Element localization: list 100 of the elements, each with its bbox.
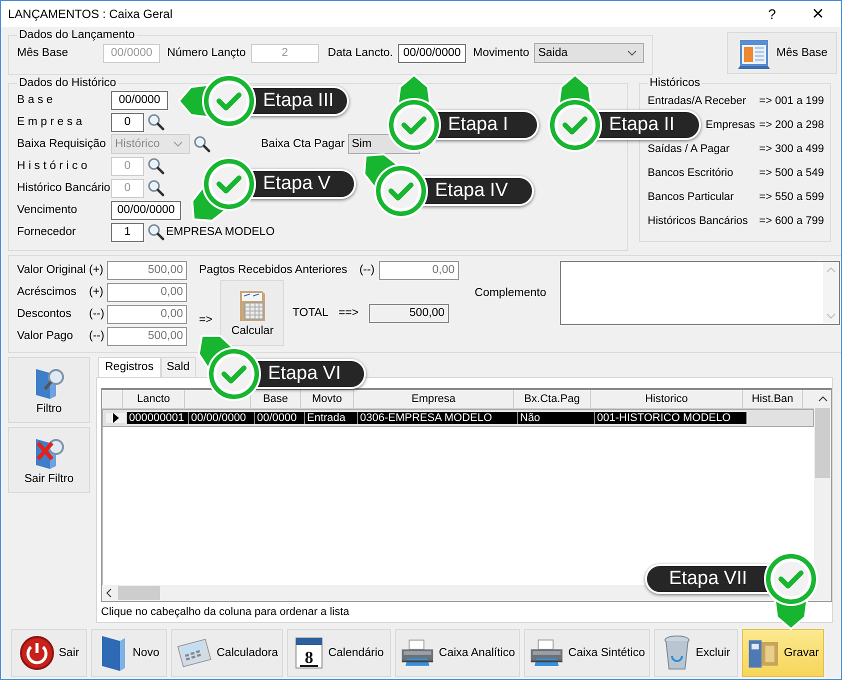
scroll-left-icon xyxy=(106,588,112,598)
column-header[interactable]: Lancto xyxy=(123,390,185,408)
filter-button[interactable]: Filtro xyxy=(8,357,90,423)
table-cell: 000000001 xyxy=(127,412,189,424)
input-field[interactable]: 00/0000 xyxy=(111,90,168,110)
calculate-button[interactable]: Calcular xyxy=(220,280,284,346)
input-field[interactable]: 00/00/0000 xyxy=(398,44,466,62)
table-cell: 00/0000 xyxy=(255,412,305,424)
toolbar-button[interactable]: Novo xyxy=(91,629,167,677)
scroll-down-icon xyxy=(826,313,836,319)
trash-icon xyxy=(662,634,692,672)
field-label: Acréscimos xyxy=(17,286,78,298)
toolbar-button[interactable]: 8 Calendário xyxy=(287,629,391,677)
window-title: LANÇAMENTOS : Caixa Geral xyxy=(8,7,174,21)
range-text: => 200 a 298 xyxy=(759,119,824,131)
amount-field[interactable]: 0,00 xyxy=(378,260,459,280)
close-button[interactable]: × xyxy=(795,2,841,26)
field-label: Número Lançto xyxy=(167,47,246,59)
scroll-thumb[interactable] xyxy=(118,586,160,600)
sign-label: (--) xyxy=(89,330,106,342)
field-label: Movimento xyxy=(472,47,530,59)
month-button[interactable]: Mês Base xyxy=(727,32,837,74)
category-label: Entradas/A Receber xyxy=(648,95,746,107)
range-text: => 600 a 799 xyxy=(759,215,824,227)
company-name: EMPRESA MODELO xyxy=(166,226,275,238)
scroll-up-icon xyxy=(826,267,836,273)
field-label: Pagtos Recebidos Anteriores xyxy=(199,264,348,276)
check-pin-icon xyxy=(387,74,441,152)
tab[interactable]: Registros xyxy=(98,357,161,377)
field-label: Valor Original xyxy=(17,264,87,276)
check-pin-icon xyxy=(191,157,256,222)
search-icon[interactable] xyxy=(147,223,165,241)
group-title: Dados do Lançamento xyxy=(18,29,136,41)
caret-icon xyxy=(627,50,638,56)
field-label: Mês Base xyxy=(17,47,68,59)
category-label: Empresas xyxy=(706,119,756,131)
power-icon xyxy=(18,635,55,671)
table-cell: 00/00/0000 xyxy=(189,412,255,424)
range-text: => 300 a 499 xyxy=(759,143,824,155)
field-label: Vencimento xyxy=(17,204,78,216)
field-label: Descontos xyxy=(17,308,72,320)
row-pointer-icon xyxy=(113,413,119,423)
filter-button[interactable]: Sair Filtro xyxy=(8,427,90,493)
check-pin-icon xyxy=(363,153,428,218)
amount-field[interactable]: 0,00 xyxy=(107,304,187,324)
field-label: Histórico Bancário xyxy=(17,182,108,194)
field-label: Data Lancto. xyxy=(328,47,393,59)
search-icon[interactable] xyxy=(147,157,165,175)
amount-field[interactable]: 500,00 xyxy=(107,326,187,346)
group-title: Históricos xyxy=(648,77,702,89)
dropdown[interactable]: Saida xyxy=(534,43,644,63)
toolbar-button[interactable]: Caixa Sintético xyxy=(524,629,650,677)
field-label: Baixa Requisição xyxy=(17,138,107,150)
sign-label: (+) xyxy=(89,286,104,298)
arrow-text: ==> xyxy=(338,307,359,319)
toolbar-button[interactable]: Calculadora xyxy=(171,629,283,677)
toolbar-button[interactable]: Excluir xyxy=(654,629,738,677)
group-title: Dados do Histórico xyxy=(18,77,118,89)
amount-field[interactable]: 0,00 xyxy=(107,282,187,302)
range-text: => 550 a 599 xyxy=(759,191,824,203)
total-field[interactable]: 500,00 xyxy=(368,304,449,322)
field-label: E m p r e s a xyxy=(17,116,84,128)
range-text: => 001 a 199 xyxy=(759,95,824,107)
toolbar-button[interactable]: Caixa Analítico xyxy=(395,629,520,677)
check-pin-icon xyxy=(548,74,602,152)
field-label: Valor Pago xyxy=(17,330,74,342)
amount-field[interactable]: 500,00 xyxy=(107,260,187,280)
table-row[interactable]: 000000001 00/00/0000 00/0000 Entrada 0306-EMPRESA MODELO Não 001-HISTORICO MODELO xyxy=(102,409,814,427)
scroll-thumb[interactable] xyxy=(815,408,830,478)
toolbar-button[interactable]: Gravar xyxy=(742,629,824,677)
field-label: Fornecedor xyxy=(17,226,77,238)
printer-icon xyxy=(400,637,435,669)
input-field[interactable]: 0 xyxy=(111,112,144,132)
total-label: TOTAL xyxy=(292,307,328,319)
sign-label: (--) xyxy=(89,308,106,320)
toolbar-button[interactable]: Sair xyxy=(11,629,87,677)
input-field[interactable]: 1 xyxy=(111,222,144,242)
tab[interactable]: Sald xyxy=(160,357,196,377)
table-cell: Não xyxy=(518,412,595,424)
range-text: => 500 a 549 xyxy=(759,167,824,179)
column-header[interactable]: Empresa xyxy=(354,390,514,408)
search-icon[interactable] xyxy=(147,179,165,197)
check-pin-icon xyxy=(178,74,256,128)
text-area[interactable] xyxy=(560,261,840,325)
search-icon[interactable] xyxy=(193,135,211,153)
search-icon[interactable] xyxy=(147,113,165,131)
field-label: H i s t ó r i c o xyxy=(17,160,88,172)
column-header[interactable]: Bx.Cta.Pag xyxy=(514,390,591,408)
column-header[interactable]: Historico xyxy=(591,390,743,408)
input-field[interactable]: 00/00/0000 xyxy=(111,200,181,220)
printer-icon xyxy=(529,637,564,669)
table-cell: 001-HISTORICO MODELO xyxy=(595,412,747,424)
calculator-icon xyxy=(176,636,213,670)
column-header[interactable]: Movto xyxy=(301,390,354,408)
caret-icon xyxy=(173,141,183,147)
sign-label: (--) xyxy=(359,264,375,276)
help-button[interactable]: ? xyxy=(749,6,795,22)
category-label: Históricos Bancários xyxy=(648,215,748,227)
column-header[interactable]: Hist.Ban xyxy=(743,390,803,408)
scroll-up-icon xyxy=(818,396,828,402)
